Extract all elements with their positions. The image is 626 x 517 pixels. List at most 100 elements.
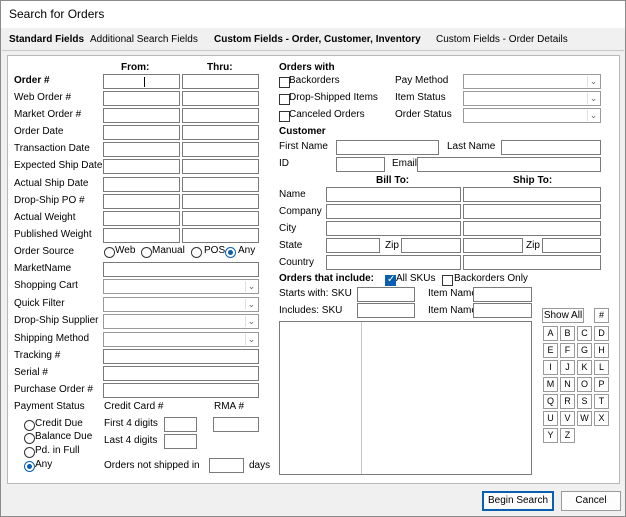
payment-any-radio[interactable] [24,461,35,472]
source-any-radio[interactable] [225,247,236,258]
letter-button-g[interactable]: G [577,343,592,358]
expected-ship-from-input[interactable] [103,159,180,174]
letter-button-q[interactable]: Q [543,394,558,409]
letter-button-m[interactable]: M [543,377,558,392]
letter-button-n[interactable]: N [560,377,575,392]
letter-button-b[interactable]: B [560,326,575,341]
order-date-thru-input[interactable] [182,125,259,140]
pay-method-select[interactable]: ⌄ [463,74,601,89]
purchase-order-input[interactable] [103,383,259,398]
bill-zip-input[interactable] [401,238,461,253]
order-num-from-input[interactable] [103,74,180,89]
bill-state-input[interactable] [326,238,380,253]
includes-item-name-input[interactable] [473,303,532,318]
source-pos-radio[interactable] [191,247,202,258]
source-web-radio[interactable] [104,247,115,258]
serial-input[interactable] [103,366,259,381]
actual-weight-from-input[interactable] [103,211,180,226]
first4-input[interactable] [164,417,197,432]
letter-button-s[interactable]: S [577,394,592,409]
letter-button-d[interactable]: D [594,326,609,341]
backorders-only-checkbox[interactable] [442,275,453,286]
starts-with-sku-input[interactable] [357,287,415,302]
email-input[interactable] [417,157,601,172]
bill-company-input[interactable] [326,204,461,219]
letter-button-i[interactable]: I [543,360,558,375]
letter-button-x[interactable]: X [594,411,609,426]
begin-search-button[interactable]: Begin Search [482,491,554,511]
drop-ship-supplier-select[interactable]: ⌄ [103,314,259,329]
ship-country-input[interactable] [463,255,601,270]
tab-custom-fields-order-details[interactable]: Custom Fields - Order Details [436,34,568,45]
letter-button-hash[interactable]: # [594,308,609,323]
actual-ship-from-input[interactable] [103,177,180,192]
letter-button-f[interactable]: F [560,343,575,358]
letter-button-j[interactable]: J [560,360,575,375]
quick-filter-select[interactable]: ⌄ [103,297,259,312]
letter-button-t[interactable]: T [594,394,609,409]
not-shipped-days-input[interactable] [209,458,244,473]
order-date-from-input[interactable] [103,125,180,140]
source-manual-radio[interactable] [141,247,152,258]
tab-custom-fields-order-customer-inventory[interactable]: Custom Fields - Order, Customer, Invento… [214,34,421,45]
web-order-thru-input[interactable] [182,91,259,106]
letter-button-c[interactable]: C [577,326,592,341]
letter-button-l[interactable]: L [594,360,609,375]
letter-button-a[interactable]: A [543,326,558,341]
rma-input[interactable] [213,417,259,432]
market-name-input[interactable] [103,262,259,277]
actual-weight-thru-input[interactable] [182,211,259,226]
transaction-date-thru-input[interactable] [182,142,259,157]
first-name-input[interactable] [336,140,439,155]
market-order-from-input[interactable] [103,108,180,123]
letter-button-y[interactable]: Y [543,428,558,443]
all-skus-checkbox[interactable] [385,274,396,286]
credit-due-radio[interactable] [24,420,35,431]
last-name-input[interactable] [501,140,601,155]
transaction-date-from-input[interactable] [103,142,180,157]
order-status-select[interactable]: ⌄ [463,108,601,123]
bill-city-input[interactable] [326,221,461,236]
includes-sku-input[interactable] [357,303,415,318]
ship-company-input[interactable] [463,204,601,219]
published-weight-thru-input[interactable] [182,228,259,243]
published-weight-from-input[interactable] [103,228,180,243]
ship-name-input[interactable] [463,187,601,202]
shipping-method-select[interactable]: ⌄ [103,332,259,347]
letter-button-p[interactable]: P [594,377,609,392]
shopping-cart-select[interactable]: ⌄ [103,279,259,294]
ship-zip-input[interactable] [542,238,601,253]
ship-state-input[interactable] [463,238,523,253]
letter-button-w[interactable]: W [577,411,592,426]
order-num-thru-input[interactable] [182,74,259,89]
item-status-select[interactable]: ⌄ [463,91,601,106]
letter-button-r[interactable]: R [560,394,575,409]
cancel-button[interactable]: Cancel [561,491,621,511]
drop-ship-po-from-input[interactable] [103,194,180,209]
bill-name-input[interactable] [326,187,461,202]
last4-input[interactable] [164,434,197,449]
sku-results-list[interactable] [279,321,532,475]
drop-ship-po-thru-input[interactable] [182,194,259,209]
expected-ship-thru-input[interactable] [182,159,259,174]
pd-in-full-radio[interactable] [24,447,35,458]
letter-button-e[interactable]: E [543,343,558,358]
letter-button-u[interactable]: U [543,411,558,426]
letter-button-v[interactable]: V [560,411,575,426]
letter-button-h[interactable]: H [594,343,609,358]
starts-item-name-input[interactable] [473,287,532,302]
balance-due-radio[interactable] [24,433,35,444]
actual-ship-thru-input[interactable] [182,177,259,192]
letter-button-z[interactable]: Z [560,428,575,443]
market-order-thru-input[interactable] [182,108,259,123]
bill-country-input[interactable] [326,255,461,270]
show-all-button[interactable]: Show All [542,308,584,323]
web-order-from-input[interactable] [103,91,180,106]
tab-additional-search-fields[interactable]: Additional Search Fields [90,34,198,45]
letter-button-k[interactable]: K [577,360,592,375]
ship-city-input[interactable] [463,221,601,236]
letter-button-o[interactable]: O [577,377,592,392]
customer-id-input[interactable] [336,157,385,172]
tracking-input[interactable] [103,349,259,364]
tab-standard-fields[interactable]: Standard Fields [9,34,84,45]
